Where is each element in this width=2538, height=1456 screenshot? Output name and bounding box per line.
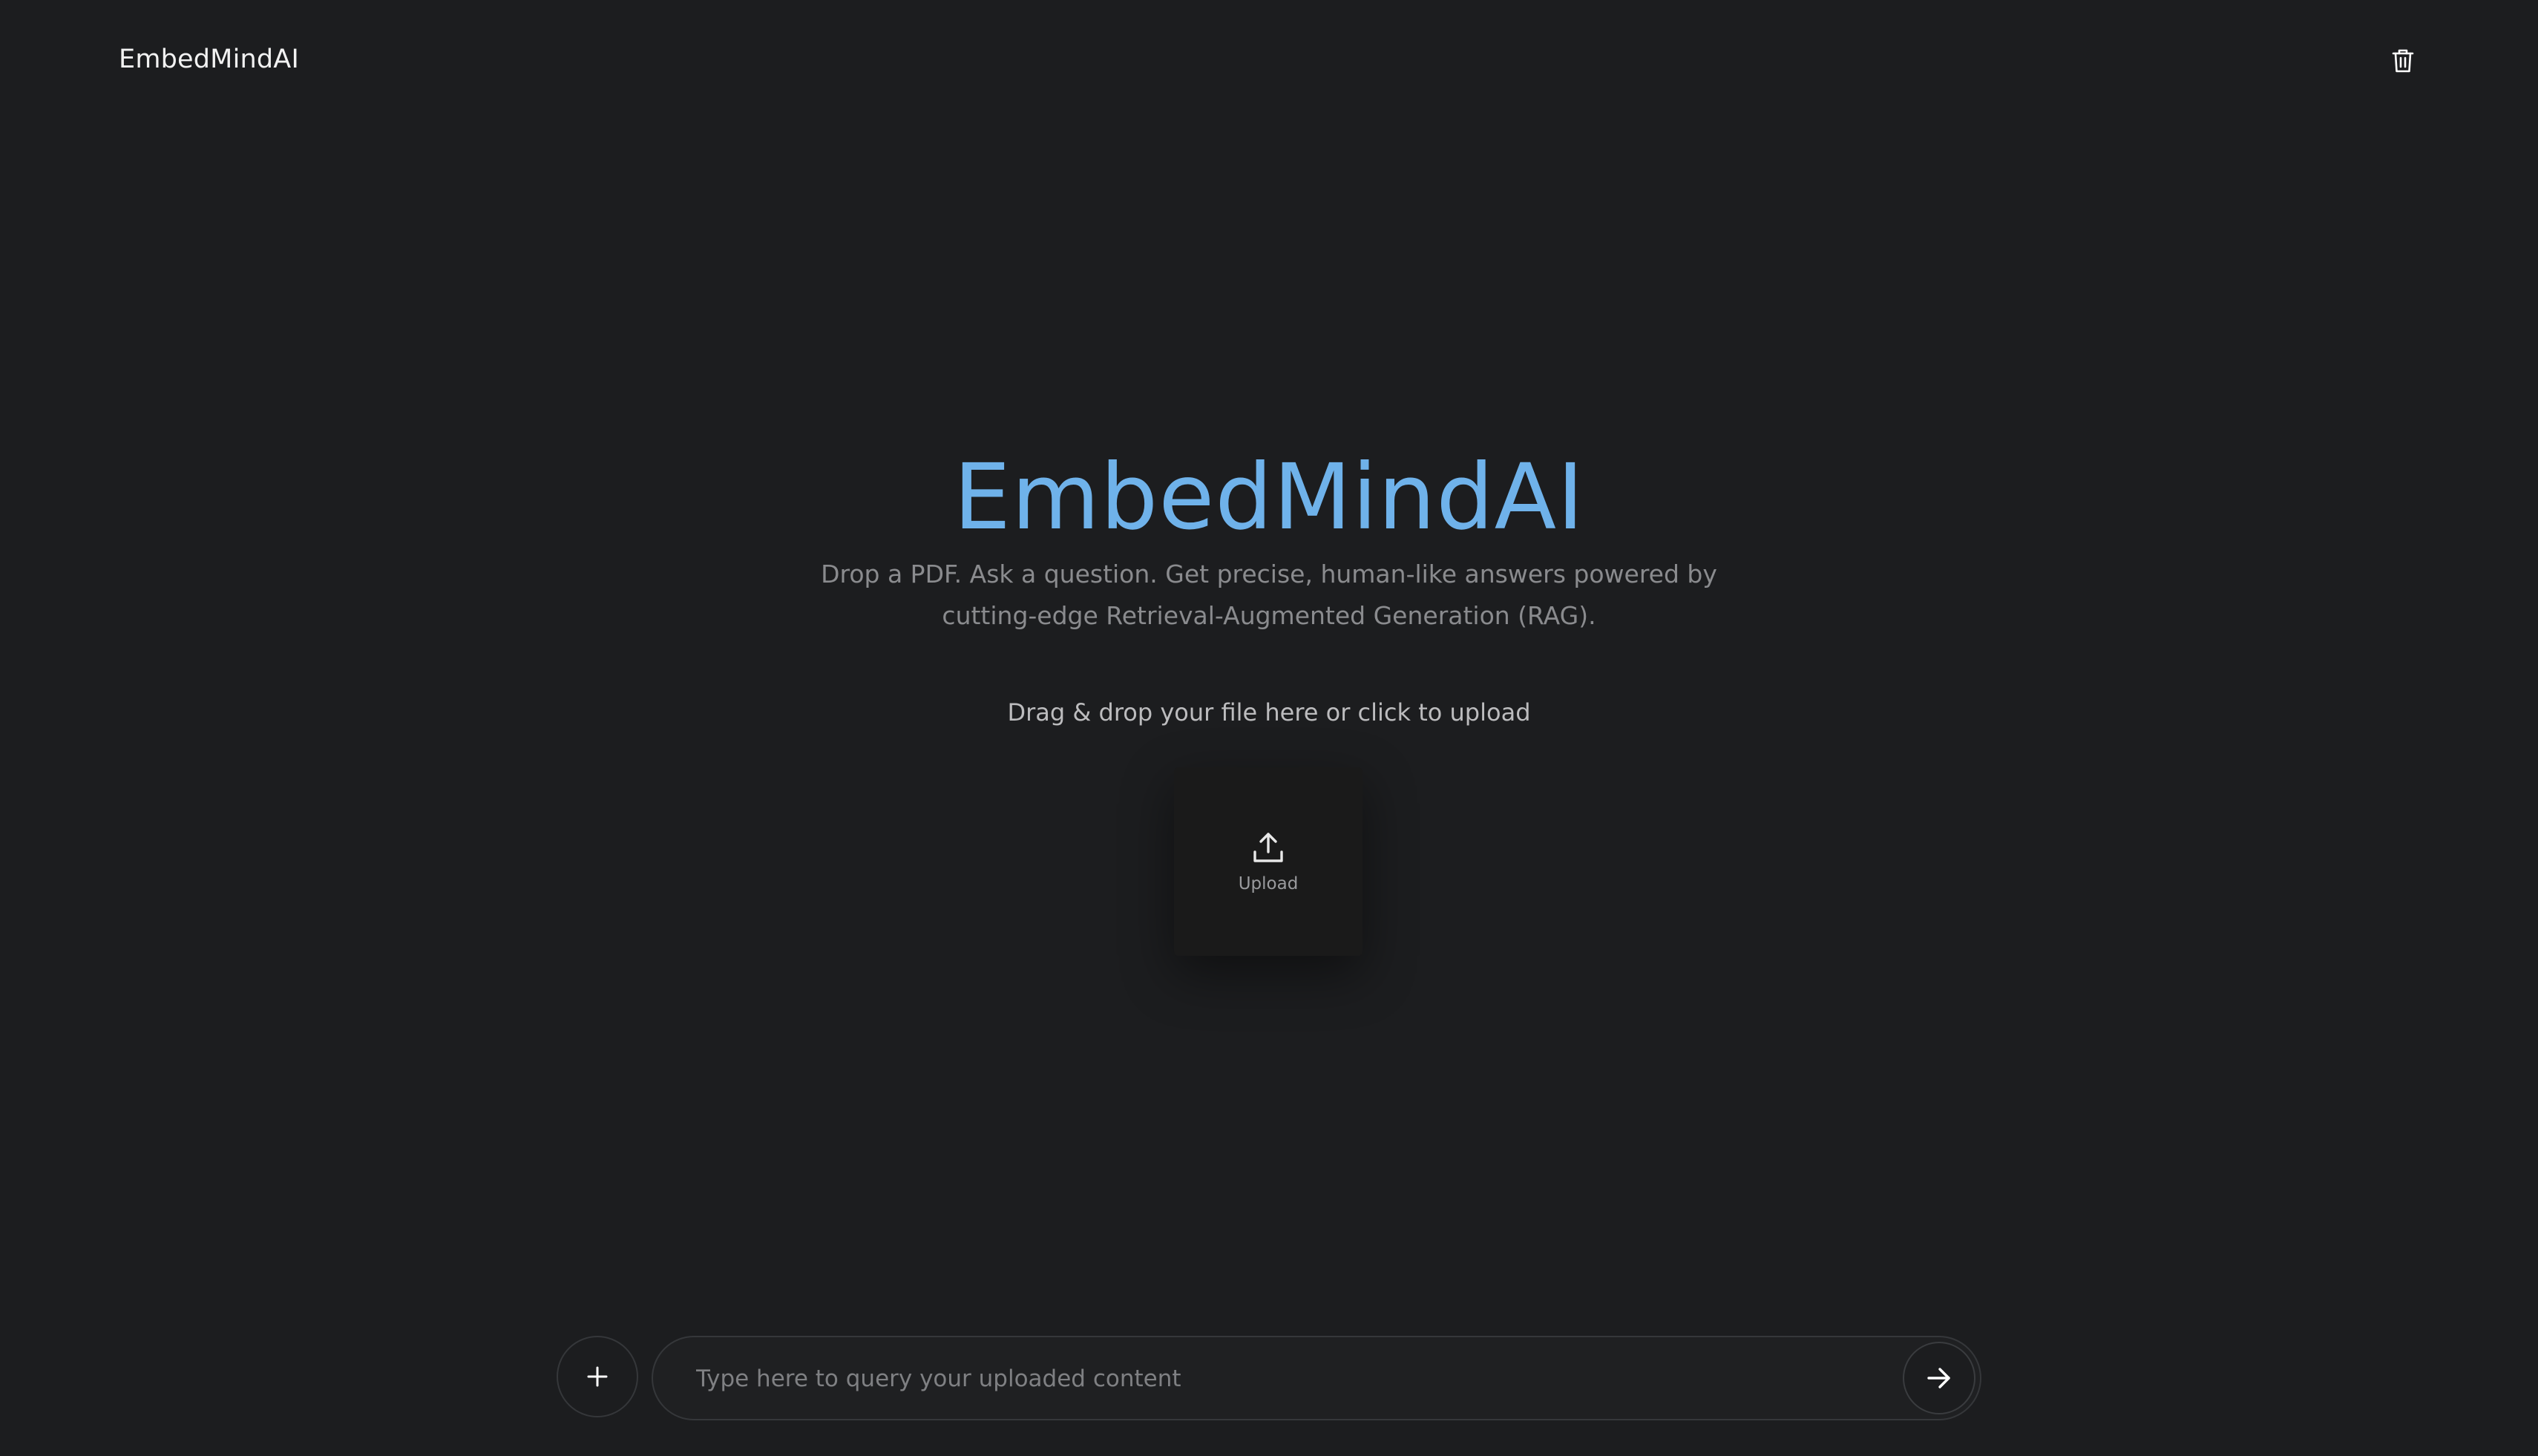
dropzone-prompt: Drag & drop your file here or click to u… [1007, 698, 1531, 727]
send-button[interactable] [1903, 1342, 1975, 1414]
upload-label: Upload [1238, 874, 1299, 893]
app-page: EmbedMindAI EmbedMindAI Drop a PDF. Ask … [0, 0, 2538, 1456]
hero-title: EmbedMindAI [953, 445, 1585, 550]
brand-logo[interactable]: EmbedMindAI [119, 42, 299, 77]
query-bar [557, 1336, 1981, 1420]
upload-icon [1253, 833, 1283, 862]
query-input[interactable] [695, 1337, 1855, 1420]
hero-subtitle: Drop a PDF. Ask a question. Get precise,… [821, 560, 1717, 630]
upload-button[interactable]: Upload [1174, 767, 1363, 956]
arrow-right-icon [1927, 1368, 1950, 1388]
plus-icon [587, 1366, 608, 1387]
clear-button[interactable] [2387, 45, 2419, 77]
query-box [652, 1336, 1981, 1420]
add-file-button[interactable] [557, 1336, 638, 1417]
trash-icon [2392, 49, 2414, 73]
hero-section: EmbedMindAI Drop a PDF. Ask a question. … [0, 445, 2538, 637]
